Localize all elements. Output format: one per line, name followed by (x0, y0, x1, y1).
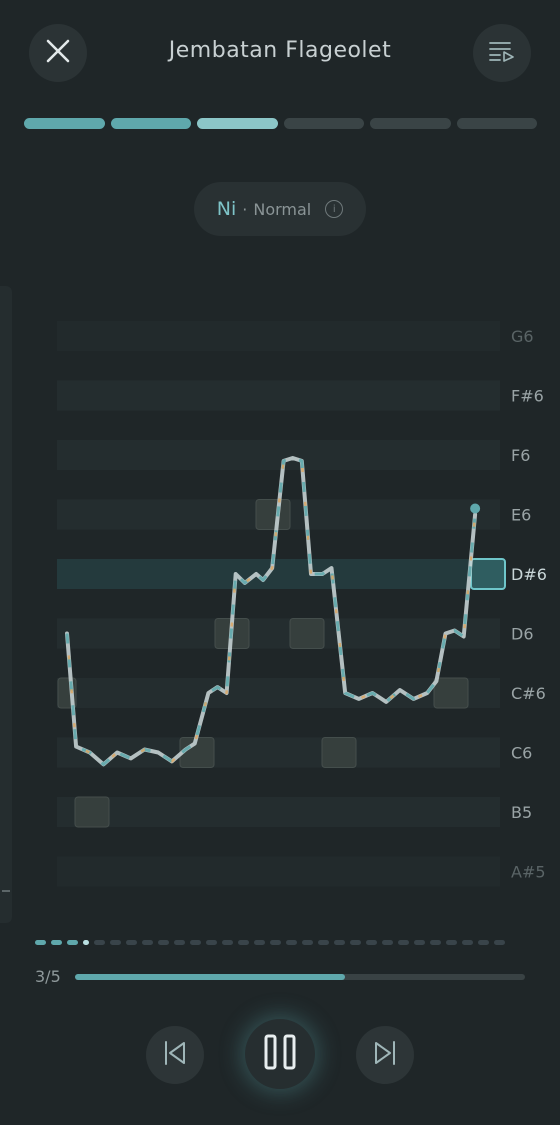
note-band (57, 321, 500, 351)
mode-label: Normal (253, 199, 312, 219)
sentence-dot (51, 940, 62, 945)
target-note-box (433, 677, 469, 709)
sentence-dot (158, 940, 169, 945)
sentence-dot (366, 940, 377, 945)
note-label: A#5 (511, 863, 546, 882)
sentence-dot (174, 940, 185, 945)
sentence-dot (126, 940, 137, 945)
sentence-dot (398, 940, 409, 945)
note-label: D#6 (511, 565, 547, 584)
note-label: F6 (511, 446, 530, 465)
target-note-box (289, 618, 325, 649)
sentence-dot (302, 940, 313, 945)
info-icon[interactable]: i (325, 200, 344, 218)
note-band (57, 797, 500, 827)
sentence-dot (462, 940, 473, 945)
sentence-dot (494, 940, 505, 945)
sentence-dot (254, 940, 265, 945)
pitch-chart: G6 F#6 F6 E6 D#6 D6 C#6 C6 B5 A#5 (57, 321, 547, 887)
segment-2 (110, 118, 191, 129)
section-progress (24, 118, 537, 129)
progress-fill (75, 974, 345, 980)
target-note-box (255, 499, 291, 530)
sentence-dot (222, 940, 233, 945)
note-label: D6 (511, 625, 534, 644)
sentence-dot (206, 940, 217, 945)
segment-3 (197, 118, 278, 129)
queue-button[interactable] (473, 24, 531, 82)
note-band (57, 559, 500, 589)
sentence-dots (35, 940, 505, 945)
note-label: F#6 (511, 387, 544, 406)
note-label: C6 (511, 744, 532, 763)
note-label: E6 (511, 506, 531, 525)
note-mode-pill[interactable]: Ni · Normal i (194, 182, 366, 236)
playlist-play-icon (488, 40, 516, 66)
close-icon (45, 38, 71, 68)
separator: · (242, 199, 248, 219)
note-band (57, 380, 500, 411)
sentence-dot (446, 940, 457, 945)
note-band (57, 856, 500, 887)
next-button[interactable] (356, 1026, 414, 1084)
skip-next-icon (373, 1040, 397, 1070)
sentence-dot (318, 940, 329, 945)
sentence-dot (190, 940, 201, 945)
sentence-dot (270, 940, 281, 945)
pause-button[interactable] (245, 1019, 315, 1089)
target-note-box (470, 558, 506, 590)
song-title: Jembatan Flageolet (168, 38, 392, 63)
sentence-dot (142, 940, 153, 945)
target-note-box (74, 796, 110, 828)
note-label: B5 (511, 803, 532, 822)
note-band (57, 737, 500, 768)
sentence-dot (67, 940, 78, 945)
sentence-dot (430, 940, 441, 945)
note-label: G6 (511, 327, 534, 346)
sentence-dot (350, 940, 361, 945)
sentence-dot (334, 940, 345, 945)
target-note-box (321, 737, 357, 768)
sentence-dot (238, 940, 249, 945)
sentence-dot (110, 940, 121, 945)
sentence-dot (35, 940, 46, 945)
pause-icon (263, 1034, 297, 1074)
sentence-dot (382, 940, 393, 945)
sentence-dot (94, 940, 105, 945)
note-band (57, 440, 500, 470)
close-button[interactable] (29, 24, 87, 82)
sentence-dot (478, 940, 489, 945)
segment-4 (283, 118, 364, 129)
sentence-dot (83, 940, 89, 945)
previous-button[interactable] (146, 1026, 204, 1084)
segment-6 (456, 118, 537, 129)
note-label: Ni (216, 198, 237, 220)
sentence-dot (286, 940, 297, 945)
progress-label: 3/5 (35, 967, 61, 986)
skip-previous-icon (163, 1040, 187, 1070)
sentence-dot (414, 940, 425, 945)
segment-5 (370, 118, 451, 129)
note-band (57, 618, 500, 649)
segment-1 (24, 118, 105, 129)
note-label: C#6 (511, 684, 546, 703)
progress-track[interactable] (75, 974, 525, 980)
current-pitch-dot (470, 503, 481, 514)
player-screen: Jembatan Flageolet Ni · Normal i G6 F#6 F6… (0, 0, 560, 1125)
